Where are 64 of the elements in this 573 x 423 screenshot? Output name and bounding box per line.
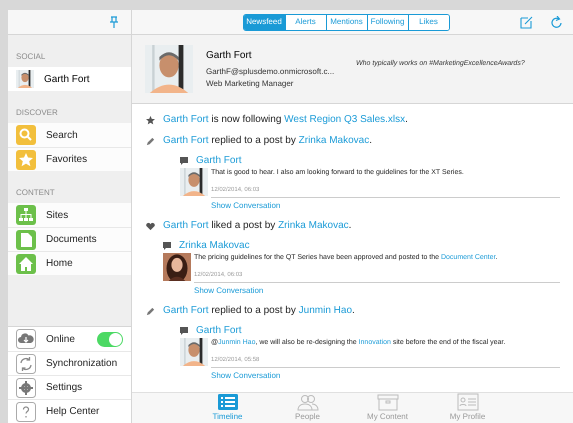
pencil-icon [145, 136, 156, 147]
post-author[interactable]: Garth Fort [196, 323, 242, 338]
bottom-tab[interactable]: People [280, 393, 335, 423]
feed-tab[interactable]: Mentions [326, 14, 366, 30]
link[interactable]: West Region Q3 Sales.xlsx [284, 114, 406, 125]
settings-item[interactable]: Synchronization [8, 351, 131, 375]
sidebar-item[interactable]: Documents [8, 227, 131, 251]
activity-text: Garth Fort replied to a post by Zrinka Makovac. [163, 134, 372, 148]
show-conversation-link[interactable]: Show Conversation [211, 200, 280, 212]
people-icon [296, 393, 320, 411]
link[interactable]: Garth Fort [163, 135, 209, 146]
profile-title: Web Marketing Manager [206, 78, 294, 90]
feed-tab[interactable]: Likes [408, 14, 448, 30]
profile-card-icon [456, 393, 480, 411]
star-icon [145, 115, 156, 126]
sidebar-item[interactable]: Sites [8, 203, 131, 227]
activity-text: Garth Fort liked a post by Zrinka Makovac. [163, 219, 352, 233]
heart-icon [145, 221, 156, 232]
sidebar-item[interactable]: Search [8, 123, 131, 147]
pencil-icon [145, 306, 156, 317]
activity-text: Garth Fort replied to a post by Junmin Hao. [163, 304, 355, 318]
profile-email: GarthF@splusdemo.onmicrosoft.c... [206, 66, 336, 78]
box-icon [376, 393, 400, 411]
settings-item[interactable]: Settings [8, 375, 131, 399]
link[interactable]: Garth Fort [163, 220, 209, 231]
document-icon [16, 230, 36, 250]
feed-tab[interactable]: Alerts [284, 14, 326, 30]
post-author[interactable]: Garth Fort [196, 153, 242, 168]
search-icon [16, 125, 36, 145]
profile-name: Garth Fort [206, 49, 253, 63]
bottom-tab[interactable]: My Content [360, 393, 415, 423]
section-heading: DISCOVER [15, 107, 59, 119]
link[interactable]: Zrinka Makovac [278, 220, 349, 231]
bottom-tab[interactable]: My Profile [440, 393, 495, 423]
feed-tab[interactable]: Following [366, 14, 408, 30]
sidebar-item[interactable]: Home [8, 251, 131, 275]
refresh-icon[interactable] [551, 16, 563, 28]
section-heading: CONTENT [15, 187, 56, 199]
settings-item[interactable]: Help Center [8, 399, 131, 423]
comment-icon [180, 156, 188, 164]
online-toggle[interactable] [97, 332, 123, 346]
pin-icon[interactable] [110, 16, 118, 28]
home-icon [16, 254, 36, 274]
link[interactable]: Zrinka Makovac [298, 135, 370, 146]
compose-icon[interactable] [520, 16, 533, 28]
sidebar-item[interactable]: Favorites [8, 147, 131, 171]
show-conversation-link[interactable]: Show Conversation [194, 285, 264, 297]
bottom-tab[interactable]: Timeline [200, 393, 255, 423]
section-heading: SOCIAL [15, 51, 46, 63]
sidebar-item[interactable]: Garth Fort [8, 67, 131, 91]
link[interactable]: Junmin Hao [298, 305, 352, 316]
sites-icon [16, 205, 36, 225]
show-conversation-link[interactable]: Show Conversation [211, 370, 280, 382]
activity-text: Garth Fort is now following West Region Q3 Sales.xlsx. [163, 113, 408, 127]
cloud-icon [16, 329, 36, 349]
link[interactable]: Garth Fort [163, 114, 209, 125]
sync-icon [16, 354, 36, 374]
post-author[interactable]: Zrinka Makovac [179, 238, 250, 253]
settings-item[interactable]: Online [8, 327, 131, 351]
feed-tab[interactable]: Newsfeed [244, 14, 284, 30]
settings-icon [16, 378, 36, 398]
link[interactable]: Garth Fort [163, 305, 209, 316]
comment-icon [180, 326, 188, 334]
comment-icon [163, 242, 171, 250]
